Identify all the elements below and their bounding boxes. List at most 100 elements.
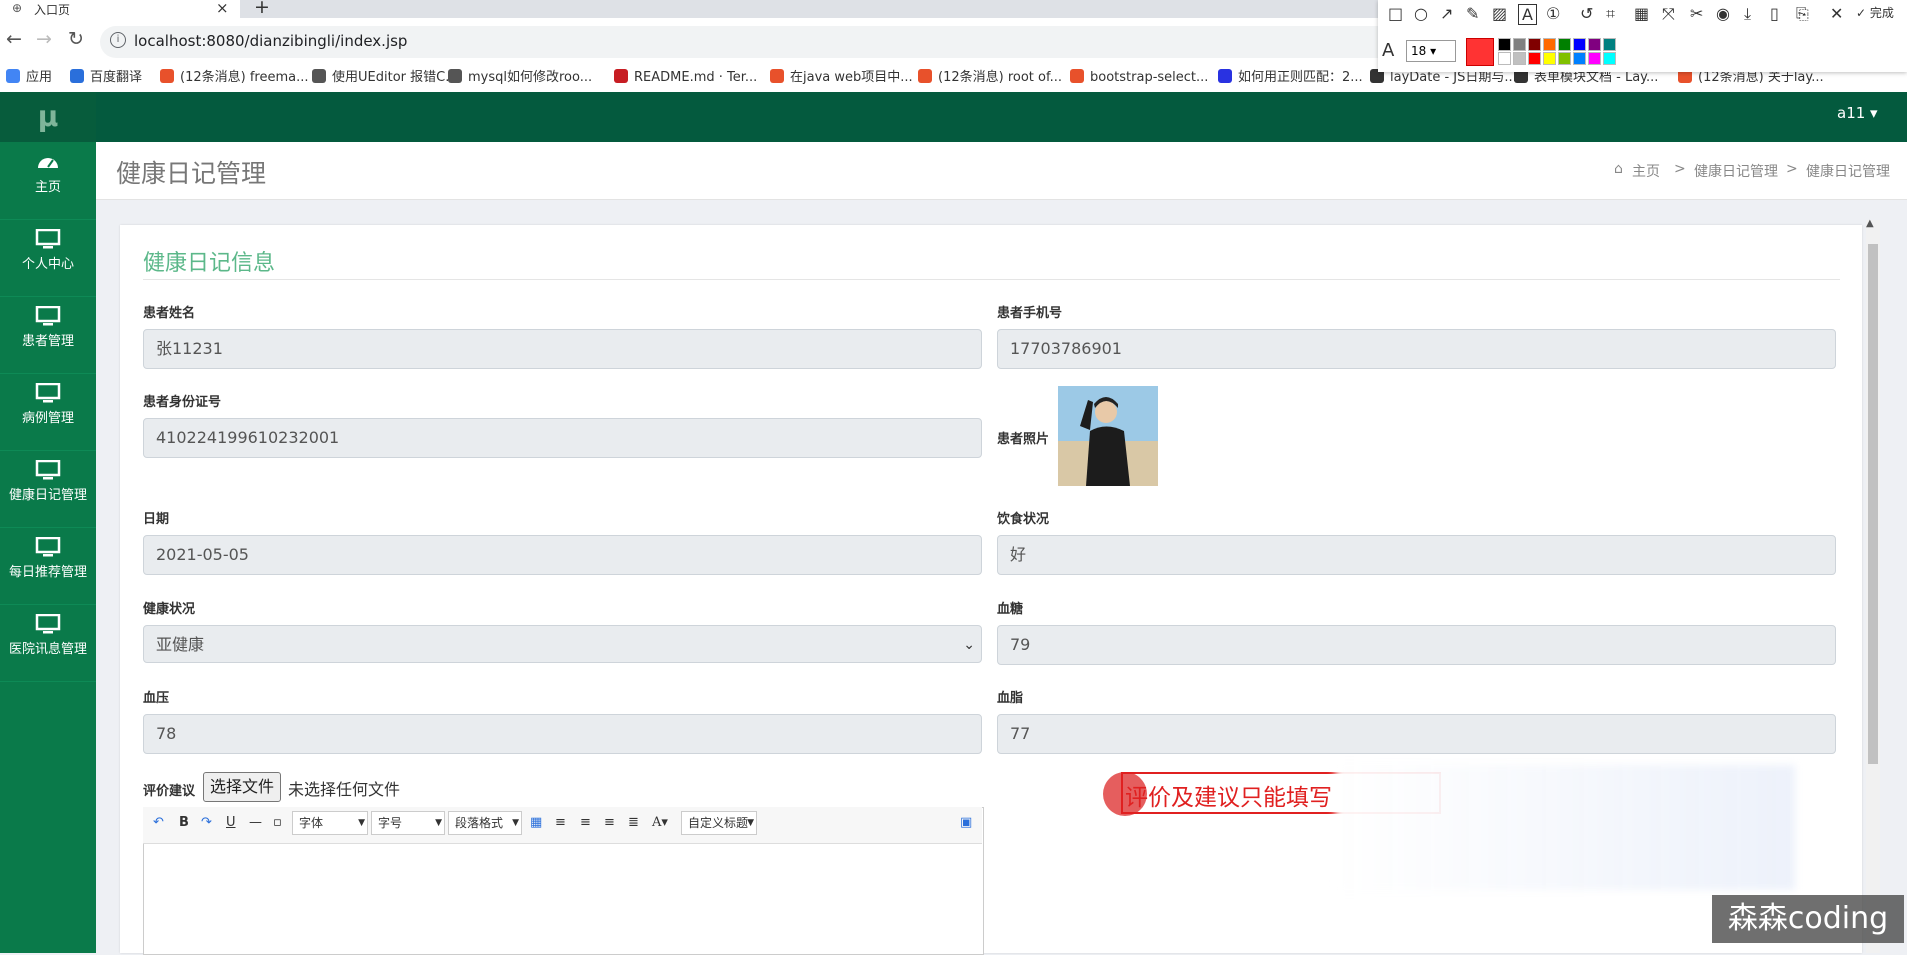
palette-swatch[interactable]	[1543, 52, 1556, 65]
idcard-field[interactable]: 410224199610232001	[143, 418, 982, 458]
sidebar-item-label: 每日推荐管理	[8, 565, 87, 580]
palette-swatch[interactable]	[1543, 38, 1556, 51]
choose-file-button[interactable]: 选择文件	[203, 772, 281, 802]
palette-swatch[interactable]	[1588, 52, 1601, 65]
url-text[interactable]: localhost:8080/dianzibingli/index.jsp	[134, 32, 407, 50]
palette-swatch[interactable]	[1528, 38, 1541, 51]
save-tool-icon[interactable]: ⎘	[1796, 4, 1809, 24]
card-divider	[143, 279, 1840, 280]
bookmark-item[interactable]: (12条消息) freema...	[160, 64, 308, 92]
lipid-field[interactable]: 77	[997, 714, 1836, 754]
current-color-swatch[interactable]	[1466, 38, 1494, 66]
done-button[interactable]: ✓ 完成	[1856, 4, 1894, 21]
scan-tool-icon[interactable]: ⤧	[1662, 4, 1675, 24]
palette-swatch[interactable]	[1603, 38, 1616, 51]
bookmark-item[interactable]: mysql如何修改roo...	[448, 64, 592, 92]
mobile-tool-icon[interactable]: ▯	[1770, 4, 1779, 23]
app-logo: μ	[0, 92, 96, 142]
paragraph-select[interactable]: 段落格式 ▼	[448, 811, 522, 835]
translate-tool-icon[interactable]: ▦	[1634, 4, 1649, 23]
sidebar-item[interactable]: 病例管理	[0, 373, 96, 451]
font-size-select[interactable]: 字号 ▼	[371, 811, 445, 835]
pin-tool-icon[interactable]: ✂	[1690, 4, 1703, 23]
page-icon[interactable]: ▫	[273, 815, 282, 830]
undo-tool-icon[interactable]: ↺	[1580, 4, 1593, 23]
font-family-select[interactable]: 字体 ▼	[292, 811, 368, 835]
browser-tab[interactable]: ⊕ 入口页 ×	[0, 0, 240, 18]
justify-icon[interactable]: ≣	[628, 815, 639, 830]
record-tool-icon[interactable]: ◉	[1716, 4, 1730, 23]
scrollbar-thumb[interactable]	[1868, 244, 1878, 764]
mosaic-tool-icon[interactable]: ▨	[1492, 4, 1507, 23]
diet-field[interactable]: 好	[997, 535, 1836, 575]
palette-swatch[interactable]	[1573, 38, 1586, 51]
name-field[interactable]: 张11231	[143, 329, 982, 369]
undo-icon[interactable]: ↶	[153, 815, 164, 830]
palette-swatch[interactable]	[1573, 52, 1586, 65]
health-select[interactable]: 亚健康 ⌄	[143, 625, 982, 663]
palette-swatch[interactable]	[1498, 52, 1511, 65]
lipid-label: 血脂	[997, 691, 1024, 706]
ocr-tool-icon[interactable]: ⌗	[1606, 4, 1615, 24]
redo-icon[interactable]: ↷	[201, 815, 212, 830]
sidebar-item[interactable]: 每日推荐管理	[0, 527, 96, 605]
breadcrumb-item[interactable]: 健康日记管理	[1694, 161, 1778, 181]
ellipse-tool-icon[interactable]: ○	[1414, 4, 1428, 23]
underline-icon[interactable]: U	[226, 815, 236, 830]
arrow-tool-icon[interactable]: ↗	[1440, 4, 1453, 23]
sidebar-item[interactable]: 医院讯息管理	[0, 604, 96, 682]
pressure-field[interactable]: 78	[143, 714, 982, 754]
sidebar-item[interactable]: 主页	[0, 142, 96, 220]
palette-swatch[interactable]	[1528, 52, 1541, 65]
font-color-icon[interactable]: A▾	[652, 815, 668, 830]
horizontal-rule-icon[interactable]: —	[249, 815, 262, 830]
custom-title-select[interactable]: 自定义标题 ▼	[681, 811, 757, 835]
rectangle-tool-icon[interactable]: □	[1388, 4, 1403, 23]
bookmark-item[interactable]: 如何用正则匹配：2...	[1218, 64, 1363, 92]
bold-icon[interactable]: B	[179, 815, 189, 830]
number-tool-icon[interactable]: ①	[1546, 4, 1560, 23]
home-icon: ⌂	[1614, 161, 1623, 177]
palette-swatch[interactable]	[1558, 52, 1571, 65]
cancel-tool-icon[interactable]: ✕	[1830, 4, 1843, 23]
table-icon[interactable]: ▦	[530, 815, 542, 830]
text-tool-icon[interactable]: A	[1518, 4, 1537, 25]
align-center-icon[interactable]: ≡	[580, 815, 591, 830]
site-info-icon[interactable]: i	[110, 32, 126, 48]
reload-icon[interactable]: ↻	[68, 28, 84, 50]
scroll-up-icon[interactable]: ▲	[1866, 218, 1874, 229]
forward-icon[interactable]: →	[36, 28, 52, 50]
sidebar-item[interactable]: 健康日记管理	[0, 450, 96, 528]
bookmark-item[interactable]: README.md · Ter...	[614, 64, 757, 92]
phone-field[interactable]: 17703786901	[997, 329, 1836, 369]
bookmark-item[interactable]: 使用UEditor 报错C...	[312, 64, 458, 92]
fullscreen-icon[interactable]: ▣	[960, 815, 972, 830]
sidebar-item[interactable]: 个人中心	[0, 219, 96, 297]
health-label: 健康状况	[143, 602, 196, 617]
date-field[interactable]: 2021-05-05	[143, 535, 982, 575]
palette-swatch[interactable]	[1498, 38, 1511, 51]
palette-swatch[interactable]	[1558, 38, 1571, 51]
close-tab-icon[interactable]: ×	[216, 0, 229, 17]
palette-swatch[interactable]	[1513, 52, 1526, 65]
pen-tool-icon[interactable]: ✎	[1466, 4, 1479, 23]
bookmark-item[interactable]: bootstrap-select...	[1070, 64, 1208, 92]
palette-swatch[interactable]	[1603, 52, 1616, 65]
align-right-icon[interactable]: ≡	[604, 815, 615, 830]
bookmark-item[interactable]: 百度翻译	[70, 64, 142, 92]
bookmark-item[interactable]: 应用	[6, 64, 52, 92]
align-left-icon[interactable]: ≡	[555, 815, 566, 830]
back-icon[interactable]: ←	[6, 28, 22, 50]
sidebar-item[interactable]: 患者管理	[0, 296, 96, 374]
patient-photo	[1058, 386, 1158, 486]
bookmark-item[interactable]: 在java web项目中...	[770, 64, 913, 92]
palette-swatch[interactable]	[1513, 38, 1526, 51]
bookmark-item[interactable]: (12条消息) root of...	[918, 64, 1062, 92]
download-tool-icon[interactable]: ⤓	[1744, 4, 1751, 24]
user-menu[interactable]: a11 ▾	[1837, 104, 1878, 122]
palette-swatch[interactable]	[1588, 38, 1601, 51]
new-tab-button[interactable]: +	[254, 0, 270, 18]
font-size-select[interactable]: 18 ▾	[1406, 40, 1456, 62]
breadcrumb-home[interactable]: 主页	[1632, 161, 1660, 181]
sugar-field[interactable]: 79	[997, 625, 1836, 665]
